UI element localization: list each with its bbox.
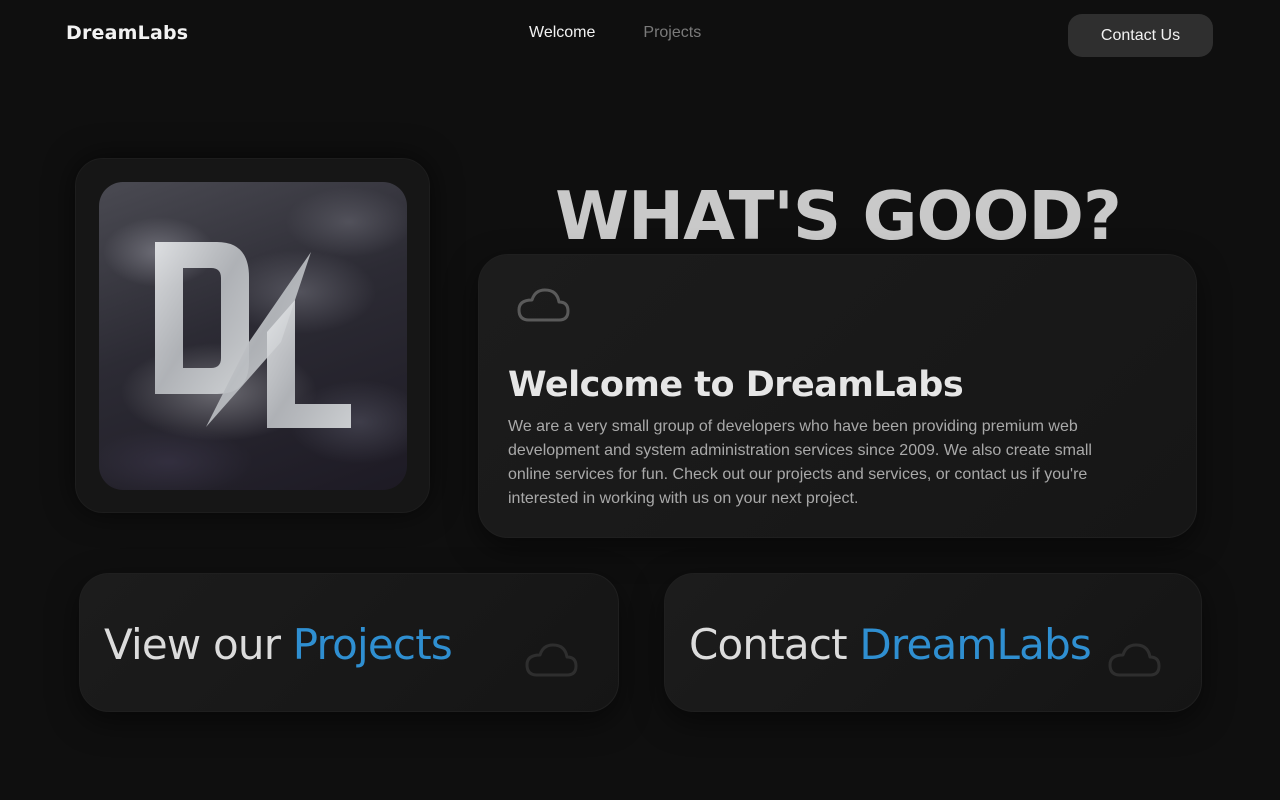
contact-dreamlabs-text: Contact DreamLabs xyxy=(689,620,1092,669)
welcome-title: Welcome to DreamLabs xyxy=(508,365,964,405)
cloud-icon xyxy=(525,643,578,677)
dreamlabs-logo-image xyxy=(99,182,407,490)
dl-monogram-icon xyxy=(155,242,351,428)
cta-prefix: Contact xyxy=(689,620,860,669)
contact-us-button[interactable]: Contact Us xyxy=(1068,14,1213,57)
hero-headline: WHAT'S GOOD? xyxy=(555,177,1122,255)
nav-item-welcome[interactable]: Welcome xyxy=(529,24,595,42)
cta-prefix: View our xyxy=(104,620,293,669)
view-projects-card[interactable]: View our Projects xyxy=(79,573,619,712)
cloud-icon xyxy=(517,288,570,322)
welcome-description: We are a very small group of developers … xyxy=(508,418,1092,507)
nav-item-projects[interactable]: Projects xyxy=(643,24,701,42)
main-nav: Welcome Projects xyxy=(529,24,701,42)
cta-accent: DreamLabs xyxy=(859,620,1092,669)
brand-logo-text[interactable]: DreamLabs xyxy=(66,22,188,44)
contact-dreamlabs-card[interactable]: Contact DreamLabs xyxy=(664,573,1202,712)
cta-accent: Projects xyxy=(292,620,453,669)
welcome-card: Welcome to DreamLabs We are a very small… xyxy=(478,254,1197,538)
logo-frame xyxy=(75,158,430,513)
view-projects-text: View our Projects xyxy=(104,620,453,669)
cloud-icon xyxy=(1108,643,1161,677)
